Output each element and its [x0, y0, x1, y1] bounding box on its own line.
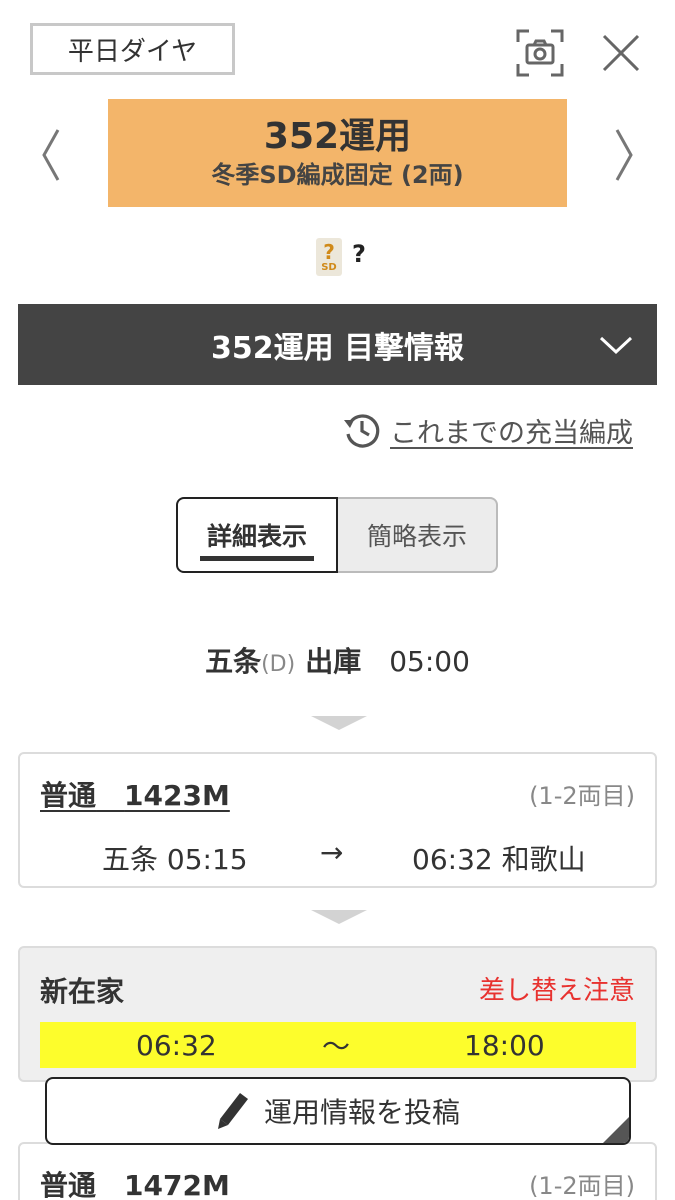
close-icon	[602, 34, 640, 72]
swap-warning: 差し替え注意	[478, 976, 635, 1006]
formation-badge-sub: SD	[321, 261, 337, 273]
train-type: 普通	[40, 1169, 97, 1200]
detail-view-label: 詳細表示	[206, 522, 307, 551]
corner-mark	[603, 1117, 629, 1143]
screenshot-button[interactable]	[515, 28, 565, 78]
train-name-link[interactable]: 普通 1472M	[40, 1164, 230, 1200]
train-card[interactable]: 普通 1423M (1-2両目) 五条 05:15 → 06:32 和歌山	[18, 752, 657, 888]
view-toggle: 詳細表示 簡略表示	[176, 497, 498, 573]
formation-badge[interactable]: ? SD	[316, 238, 342, 276]
chevron-right-icon	[615, 129, 633, 181]
history-clock-icon	[344, 414, 380, 448]
chevron-left-icon	[42, 129, 60, 181]
train-name-link[interactable]: 普通 1423M	[40, 774, 230, 814]
train-card[interactable]: 普通 1472M (1-2両目)	[18, 1142, 657, 1200]
train-type: 普通	[40, 779, 97, 812]
train-departure: 五条 05:15	[102, 843, 248, 876]
formation-label: ?	[352, 240, 366, 268]
depot-action: 出庫	[305, 645, 362, 678]
train-number: 1472M	[124, 1169, 230, 1200]
depot-time: 05:00	[389, 645, 470, 678]
simple-view-button[interactable]: 簡略表示	[338, 497, 498, 573]
history-link[interactable]: これまでの充当編成	[342, 408, 633, 452]
stay-tilde: 〜	[322, 1030, 351, 1063]
train-arrow: →	[320, 836, 344, 869]
operation-title: 352運用	[263, 116, 412, 157]
camera-icon	[516, 29, 564, 77]
train-arrival: 06:32 和歌山	[412, 843, 586, 876]
detail-view-button[interactable]: 詳細表示	[176, 497, 338, 573]
post-info-label: 運用情報を投稿	[263, 1096, 460, 1129]
next-operation-button[interactable]	[605, 120, 645, 190]
depot-departure: 五条 (D) 出庫 05:00	[0, 640, 675, 684]
previous-operation-button[interactable]	[30, 120, 70, 190]
stay-start-time: 06:32	[136, 1028, 217, 1062]
train-cars: (1-2両目)	[529, 782, 635, 810]
depot-station-code: (D)	[261, 652, 296, 677]
stay-end-time: 18:00	[464, 1028, 545, 1062]
formation-badge-mark: ?	[323, 239, 335, 264]
stay-time-bar: 06:32 〜 18:00	[40, 1022, 636, 1068]
operation-subtitle: 冬季SD編成固定 (2両)	[211, 161, 464, 189]
selected-indicator	[200, 556, 314, 561]
flow-arrow	[311, 716, 367, 730]
close-button[interactable]	[598, 30, 644, 76]
sighting-info-bar[interactable]: 352運用 目撃情報	[18, 304, 657, 385]
flow-arrow	[311, 910, 367, 924]
simple-view-label: 簡略表示	[366, 522, 467, 551]
stay-block: 新在家 差し替え注意 06:32 〜 18:00	[18, 946, 657, 1082]
post-info-button[interactable]: 運用情報を投稿	[45, 1077, 631, 1145]
depot-station: 五条	[205, 645, 262, 678]
pencil-icon	[217, 1093, 248, 1129]
history-link-label: これまでの充当編成	[390, 417, 633, 449]
schedule-type-label[interactable]: 平日ダイヤ	[30, 23, 235, 75]
schedule-type-text: 平日ダイヤ	[67, 36, 198, 67]
chevron-down-icon	[599, 336, 633, 355]
stay-station: 新在家	[40, 975, 125, 1008]
operation-header: 352運用 冬季SD編成固定 (2両)	[108, 99, 567, 207]
sighting-info-title: 352運用 目撃情報	[210, 330, 465, 366]
train-number: 1423M	[124, 779, 230, 812]
train-cars: (1-2両目)	[529, 1172, 635, 1200]
